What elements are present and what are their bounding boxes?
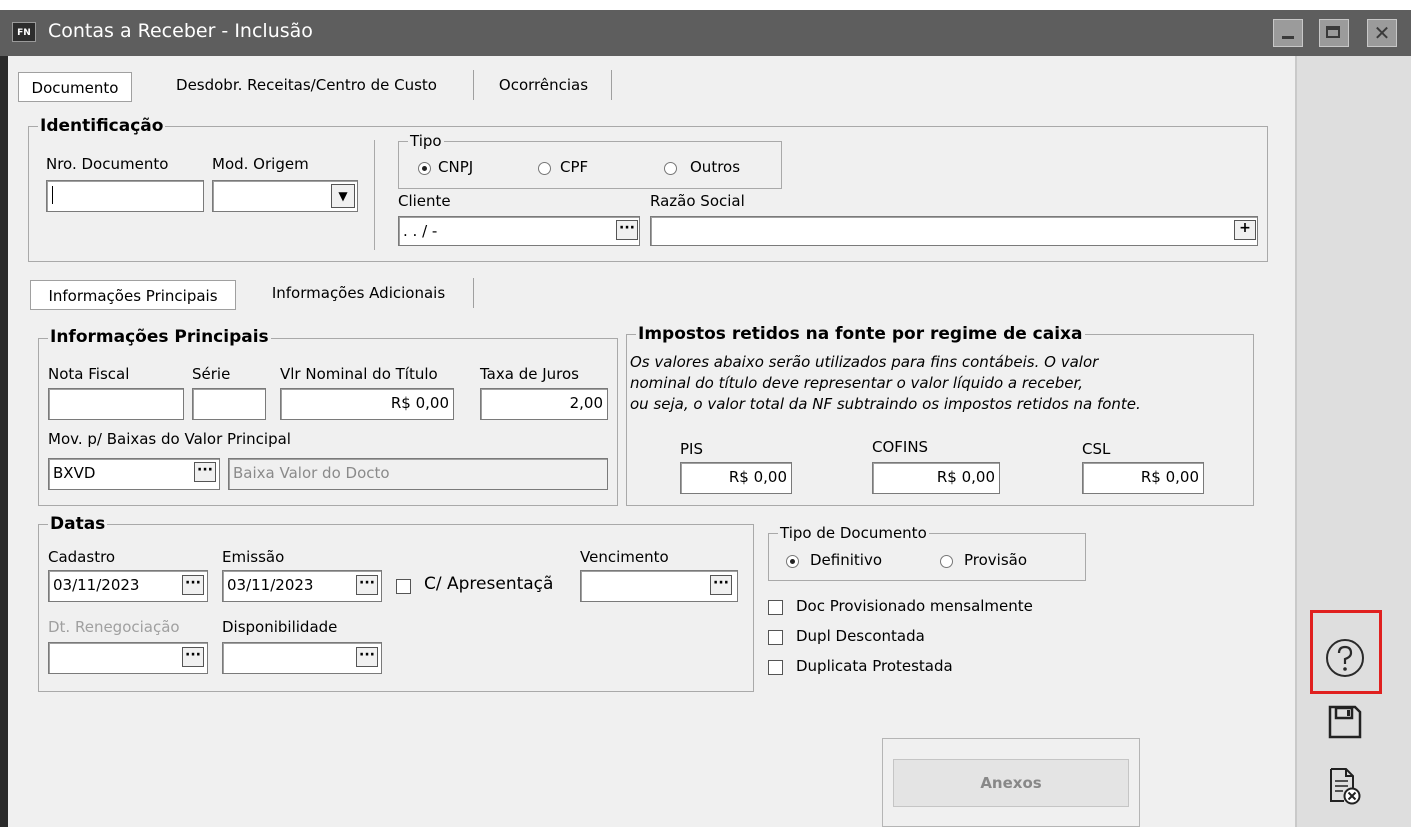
taxa-juros-label: Taxa de Juros [480,365,579,383]
csl-label: CSL [1082,440,1111,458]
datas-title: Datas [48,514,108,534]
doc-provisionado-checkbox[interactable] [768,600,783,615]
tipo-title: Tipo [408,132,444,150]
impostos-title: Impostos retidos na fonte por regime de … [636,324,1085,344]
cliente-label: Cliente [398,192,451,210]
help-icon[interactable] [1324,637,1366,683]
impostos-note-line-1: Os valores abaixo serão utilizados para … [630,353,1099,371]
text-cursor [52,186,53,204]
divider [374,140,375,250]
razao-social-label: Razão Social [650,192,745,210]
tipo-documento-title: Tipo de Documento [778,524,929,542]
minimize-button[interactable] [1273,19,1303,47]
nro-documento-label: Nro. Documento [46,155,169,173]
window-border [0,56,8,827]
dupl-descontada-label: Dupl Descontada [796,627,925,645]
tipo-cnpj-radio[interactable] [418,162,431,175]
vencimento-date-button[interactable]: ··· [710,575,732,595]
disponibilidade-date-button[interactable]: ··· [356,647,378,667]
c-apresentacao-checkbox[interactable] [396,579,411,594]
impostos-note-line-3: ou seja, o valor total da NF subtraindo … [630,395,1141,413]
mod-origem-label: Mod. Origem [212,155,309,173]
plus-icon[interactable]: + [1234,220,1256,240]
nota-fiscal-label: Nota Fiscal [48,365,130,383]
duplicata-protestada-label: Duplicata Protestada [796,657,953,675]
doc-provisionado-label: Doc Provisionado mensalmente [796,597,1033,615]
app-icon: FN [12,22,36,42]
cofins-label: COFINS [872,438,929,456]
definitivo-radio[interactable] [786,555,799,568]
mov-baixas-lookup-button[interactable]: ··· [194,462,216,482]
tipo-cpf-label: CPF [560,158,589,176]
save-icon[interactable] [1327,704,1363,744]
anexos-button[interactable]: Anexos [893,759,1129,807]
tipo-outros-radio[interactable] [664,162,677,175]
maximize-button[interactable] [1319,19,1349,47]
close-button[interactable]: ✕ [1367,19,1397,47]
mov-baixas-desc-field: Baixa Valor do Docto [228,458,608,490]
emissao-label: Emissão [222,548,285,566]
dupl-descontada-checkbox[interactable] [768,630,783,645]
serie-input[interactable] [192,388,266,420]
cancel-document-icon[interactable] [1328,766,1362,810]
cliente-lookup-button[interactable]: ··· [616,220,638,240]
dt-renegociacao-date-button[interactable]: ··· [182,647,204,667]
anexos-frame: Anexos [882,738,1140,827]
definitivo-label: Definitivo [810,551,883,569]
dt-renegociacao-label: Dt. Renegociação [48,618,180,636]
emissao-date-button[interactable]: ··· [356,575,378,595]
razao-social-input[interactable] [650,216,1258,246]
cofins-input[interactable]: R$ 0,00 [872,462,1000,494]
chevron-down-icon[interactable]: ▼ [331,184,355,208]
provisao-label: Provisão [964,551,1028,569]
duplicata-protestada-checkbox[interactable] [768,660,783,675]
tab-ocorrencias[interactable]: Ocorrências [476,70,612,100]
tab-documento[interactable]: Documento [18,72,132,102]
csl-input[interactable]: R$ 0,00 [1082,462,1204,494]
info-principais-title: Informações Principais [48,327,271,347]
tab-desdobr-receitas[interactable]: Desdobr. Receitas/Centro de Custo [140,70,474,100]
pis-input[interactable]: R$ 0,00 [680,462,792,494]
identificacao-title: Identificação [38,116,166,136]
disponibilidade-label: Disponibilidade [222,618,338,636]
tipo-cpf-radio[interactable] [538,162,551,175]
impostos-note-line-2: nominal do título deve representar o val… [630,374,1084,392]
vencimento-label: Vencimento [580,548,669,566]
taxa-juros-input[interactable]: 2,00 [480,388,608,420]
mov-baixas-label: Mov. p/ Baixas do Valor Principal [48,430,291,448]
c-apresentacao-label: C/ Apresentaçã [424,574,554,594]
tab-informacoes-principais[interactable]: Informações Principais [30,280,236,310]
tipo-outros-label: Outros [690,158,741,176]
nota-fiscal-input[interactable] [48,388,184,420]
cadastro-label: Cadastro [48,548,116,566]
provisao-radio[interactable] [940,555,953,568]
window-title: Contas a Receber - Inclusão [48,20,313,42]
vlr-nominal-input[interactable]: R$ 0,00 [280,388,454,420]
tipo-cnpj-label: CNPJ [438,158,474,176]
tab-informacoes-adicionais[interactable]: Informações Adicionais [244,278,474,308]
cadastro-date-button[interactable]: ··· [182,575,204,595]
cliente-input[interactable]: . . / - [398,216,640,246]
serie-label: Série [192,365,231,383]
pis-label: PIS [680,440,703,458]
nro-documento-input[interactable] [46,180,204,212]
title-bar: FN Contas a Receber - Inclusão ✕ [0,10,1411,56]
vlr-nominal-label: Vlr Nominal do Título [280,365,438,383]
